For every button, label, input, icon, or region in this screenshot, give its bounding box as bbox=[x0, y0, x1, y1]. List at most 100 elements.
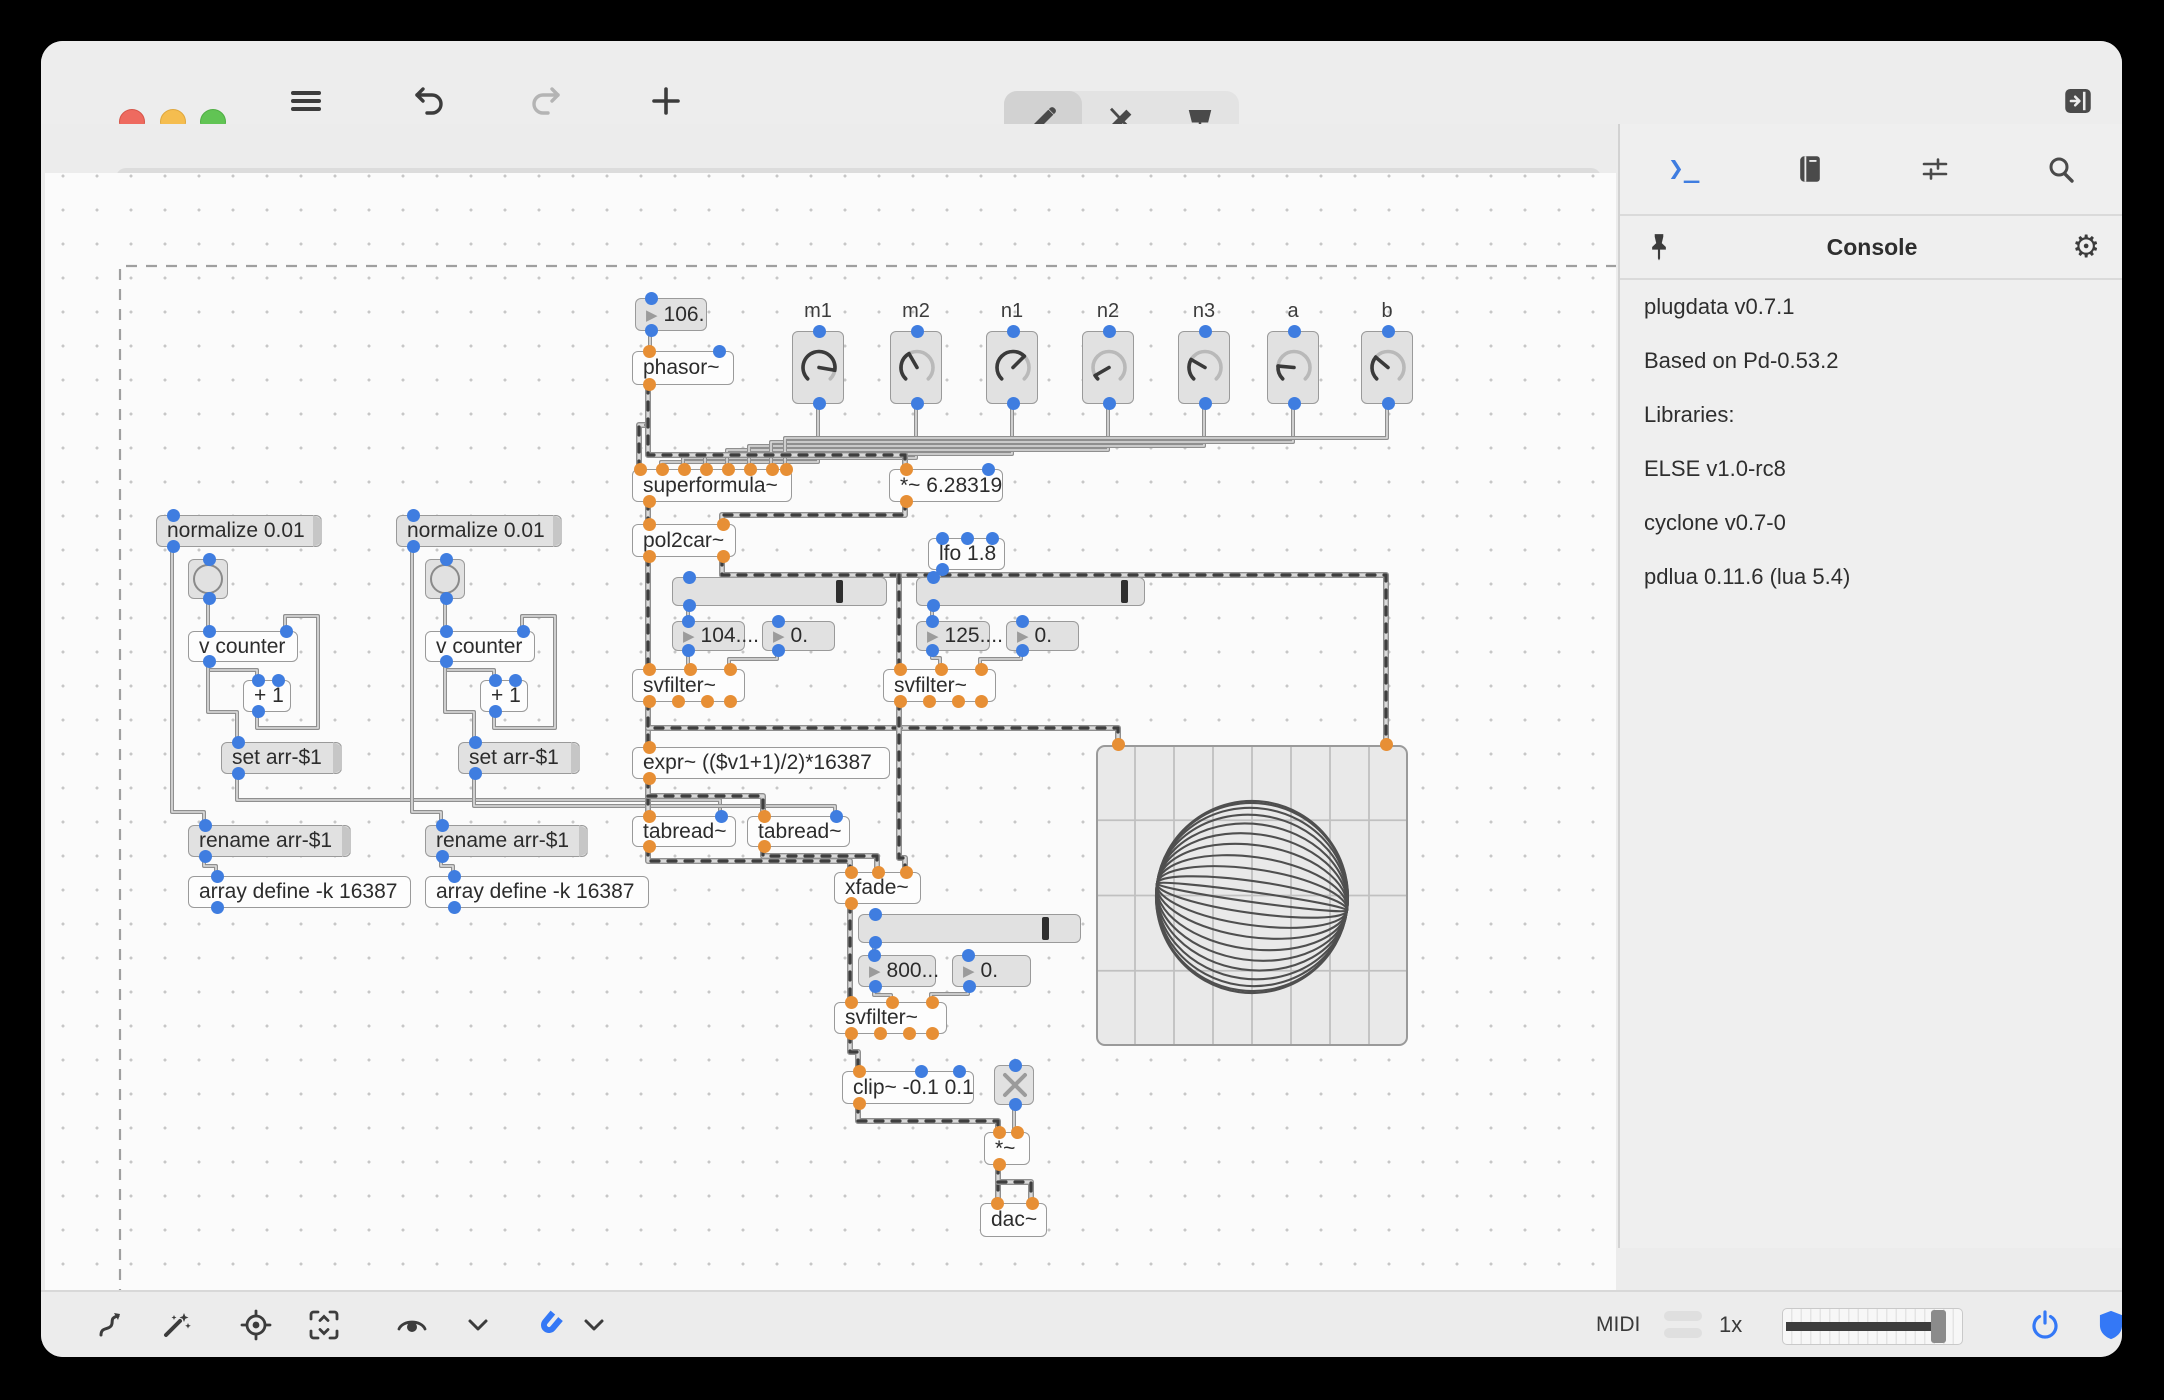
obj-arraydefine-2[interactable]: array define -k 16387 bbox=[425, 870, 649, 914]
menu-hamburger-icon[interactable] bbox=[284, 79, 328, 123]
toggle-sidebar-icon[interactable] bbox=[2056, 79, 2100, 123]
inlet[interactable] bbox=[925, 996, 939, 1009]
snap-magnet-icon[interactable] bbox=[527, 1303, 571, 1347]
inlet[interactable] bbox=[844, 996, 858, 1009]
obj-phasor[interactable]: phasor~ bbox=[632, 345, 734, 391]
redo-icon[interactable] bbox=[524, 79, 568, 123]
slider-2[interactable] bbox=[916, 571, 1145, 612]
bang-2[interactable] bbox=[425, 553, 465, 605]
outlet[interactable] bbox=[844, 897, 858, 910]
dsp-power-icon[interactable] bbox=[2023, 1303, 2067, 1347]
inlet[interactable] bbox=[867, 949, 881, 962]
outlet[interactable] bbox=[716, 550, 730, 563]
inlet[interactable] bbox=[899, 866, 913, 879]
inlet[interactable] bbox=[1025, 1197, 1039, 1210]
inlet[interactable] bbox=[981, 463, 995, 476]
inlet[interactable] bbox=[765, 463, 779, 476]
outlet[interactable] bbox=[642, 378, 656, 391]
knob-m2[interactable] bbox=[890, 325, 942, 410]
inlet[interactable] bbox=[1008, 1059, 1022, 1072]
inlet[interactable] bbox=[852, 1065, 866, 1078]
outlet[interactable] bbox=[723, 695, 737, 708]
inlet[interactable] bbox=[681, 615, 695, 628]
inlet[interactable] bbox=[166, 509, 180, 522]
inlet[interactable] bbox=[198, 819, 212, 832]
inlet[interactable] bbox=[468, 736, 482, 749]
console-tab-terminal-icon[interactable]: ❯_ bbox=[1668, 154, 1699, 184]
outlet[interactable] bbox=[681, 644, 695, 657]
inlet[interactable] bbox=[1015, 615, 1029, 628]
outlet[interactable] bbox=[1381, 397, 1395, 410]
outlet[interactable] bbox=[166, 540, 180, 553]
atom-125[interactable]: ▶ 125.... bbox=[916, 615, 1003, 657]
inlet[interactable] bbox=[1111, 738, 1125, 751]
inlet[interactable] bbox=[985, 532, 999, 545]
volume-slider[interactable] bbox=[1782, 1308, 1963, 1345]
obj-mul-6-28319[interactable]: *~ 6.28319 bbox=[889, 463, 1003, 508]
inlet[interactable] bbox=[844, 866, 858, 879]
inlet[interactable] bbox=[885, 996, 899, 1009]
protect-shield-icon[interactable] bbox=[2089, 1303, 2122, 1347]
parameters-tab-mixer-icon[interactable] bbox=[1920, 154, 1950, 184]
outlet[interactable] bbox=[974, 695, 988, 708]
inlet[interactable] bbox=[721, 463, 735, 476]
inlet[interactable] bbox=[271, 674, 285, 687]
inlet[interactable] bbox=[439, 553, 453, 566]
inlet[interactable] bbox=[716, 518, 730, 531]
outlet[interactable] bbox=[925, 644, 939, 657]
inlet[interactable] bbox=[1381, 325, 1395, 338]
undo-icon[interactable] bbox=[407, 79, 451, 123]
outlet[interactable] bbox=[868, 980, 882, 993]
inlet[interactable] bbox=[757, 810, 771, 823]
inlet[interactable] bbox=[771, 615, 785, 628]
new-object-plus-icon[interactable] bbox=[644, 79, 688, 123]
outlet[interactable] bbox=[1008, 1098, 1022, 1111]
snap-chevron-down-icon[interactable] bbox=[572, 1303, 616, 1347]
inlet[interactable] bbox=[990, 1197, 1004, 1210]
outlet[interactable] bbox=[1287, 397, 1301, 410]
knob-n2[interactable] bbox=[1082, 325, 1134, 410]
documentation-tab-book-icon[interactable] bbox=[1796, 154, 1824, 184]
outlet[interactable] bbox=[868, 936, 882, 949]
obj-svfilter-1[interactable]: svfilter~ bbox=[632, 663, 745, 708]
obj-tabread-1[interactable]: tabread~ bbox=[632, 810, 736, 853]
slider-handle[interactable] bbox=[1041, 917, 1049, 940]
inlet[interactable] bbox=[1010, 1126, 1024, 1139]
outlet[interactable] bbox=[406, 540, 420, 553]
overlays-eye-icon[interactable] bbox=[390, 1303, 434, 1347]
center-canvas-target-icon[interactable] bbox=[234, 1303, 278, 1347]
outlet[interactable] bbox=[812, 397, 826, 410]
obj-mul[interactable]: *~ bbox=[984, 1126, 1030, 1171]
knob-n1[interactable] bbox=[986, 325, 1038, 410]
knob-b[interactable] bbox=[1361, 325, 1413, 410]
atom-0-b[interactable]: ▶ 0. bbox=[1006, 615, 1079, 657]
outlet[interactable] bbox=[202, 592, 216, 605]
outlet[interactable] bbox=[700, 695, 714, 708]
obj-vcounter-2[interactable]: v counter bbox=[425, 625, 535, 668]
inlet[interactable] bbox=[952, 1065, 966, 1078]
outlet[interactable] bbox=[1198, 397, 1212, 410]
outlet[interactable] bbox=[644, 324, 658, 337]
inlet[interactable] bbox=[516, 625, 530, 638]
knob-m1[interactable] bbox=[792, 325, 844, 410]
inlet[interactable] bbox=[723, 663, 737, 676]
search-tab-search-icon[interactable] bbox=[2046, 154, 2076, 184]
outlet[interactable] bbox=[771, 644, 785, 657]
inlet[interactable] bbox=[1379, 738, 1393, 751]
inlet[interactable] bbox=[914, 1065, 928, 1078]
bang-1[interactable] bbox=[188, 553, 228, 605]
inlet[interactable] bbox=[714, 810, 728, 823]
outlet[interactable] bbox=[202, 655, 216, 668]
inlet[interactable] bbox=[435, 819, 449, 832]
obj-clip[interactable]: clip~ -0.1 0.1 bbox=[842, 1065, 974, 1110]
knob-a[interactable] bbox=[1267, 325, 1319, 410]
inlet[interactable] bbox=[642, 518, 656, 531]
outlet[interactable] bbox=[210, 901, 224, 914]
console-settings-gear-icon[interactable]: ⚙ bbox=[2072, 229, 2100, 265]
outlet[interactable] bbox=[992, 1158, 1006, 1171]
slider-handle[interactable] bbox=[1120, 580, 1128, 603]
outlet[interactable] bbox=[642, 495, 656, 508]
inlet[interactable] bbox=[1198, 325, 1212, 338]
obj-plus1-2[interactable]: + 1 bbox=[480, 674, 528, 718]
outlet[interactable] bbox=[439, 655, 453, 668]
